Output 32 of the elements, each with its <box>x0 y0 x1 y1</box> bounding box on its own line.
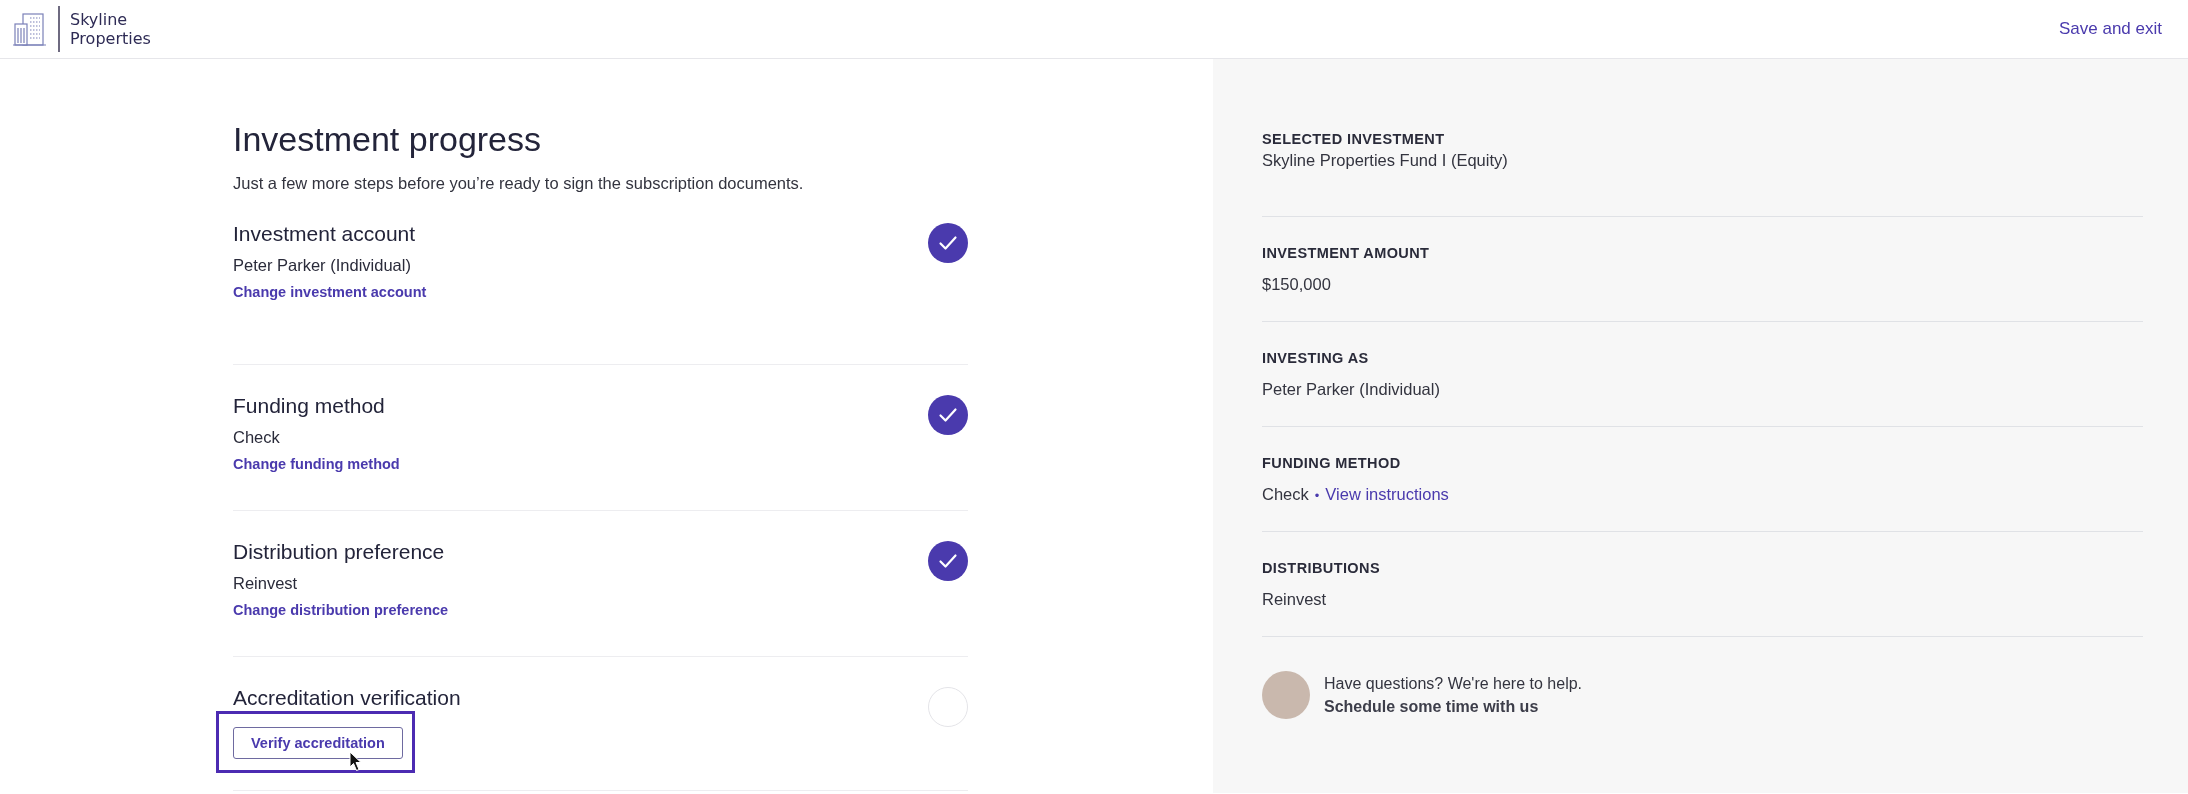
step-title: Distribution preference <box>233 539 445 565</box>
change-link[interactable]: Change distribution preference <box>233 602 449 618</box>
summary-value: Reinvest <box>1262 590 1327 609</box>
summary-value: Check <box>1262 485 1309 504</box>
summary-value: Skyline Properties Fund I (Equity) <box>1262 151 1508 170</box>
cursor-icon <box>349 751 363 772</box>
step-title: Investment account <box>233 221 416 247</box>
view-instructions-link[interactable]: View instructions <box>1325 485 1449 504</box>
schedule-link[interactable]: Schedule some time with us <box>1324 697 1583 716</box>
change-link[interactable]: Change funding method <box>233 456 400 472</box>
avatar-placeholder <box>1262 671 1310 719</box>
buildings-icon <box>12 12 48 46</box>
summary-label: INVESTMENT AMOUNT <box>1262 244 1431 263</box>
summary-label: INVESTING AS <box>1262 349 1370 368</box>
verify-accreditation-button[interactable]: Verify accreditation <box>233 727 403 759</box>
brand-name: Skyline Properties <box>70 10 151 48</box>
summary-value: $150,000 <box>1262 275 1331 294</box>
bullet-separator: • <box>1314 488 1320 503</box>
step-title: Funding method <box>233 393 385 419</box>
step-title: Accreditation verification <box>233 685 461 711</box>
summary-label: SELECTED INVESTMENT <box>1262 130 1446 149</box>
help-text: Have questions? We're here to help. <box>1324 674 1583 693</box>
page-title: Investment progress <box>233 119 543 160</box>
save-and-exit-link[interactable]: Save and exit <box>2059 19 2162 39</box>
summary-value: Peter Parker (Individual) <box>1262 380 1440 399</box>
step-value: Reinvest <box>233 573 298 594</box>
summary-label: DISTRIBUTIONS <box>1262 559 1381 578</box>
step-value: Peter Parker (Individual) <box>233 255 411 276</box>
summary-label: FUNDING METHOD <box>1262 454 1402 473</box>
step-value: Check <box>233 427 280 448</box>
change-link[interactable]: Change investment account <box>233 284 427 300</box>
page-subtitle: Just a few more steps before you’re ready to sign the subscription documents. <box>233 174 805 193</box>
